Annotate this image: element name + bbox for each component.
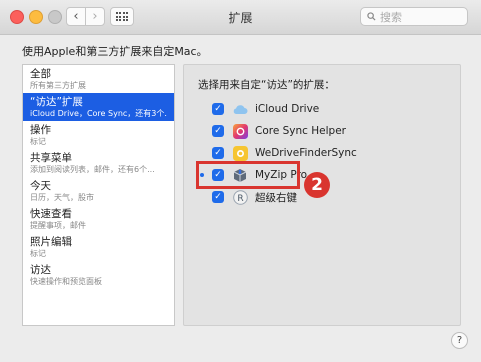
extension-name: 超级右键 [255, 191, 297, 204]
extension-checkbox[interactable]: ✓ [212, 147, 224, 159]
extension-row-super-right-click: ✓ R 超级右键 [212, 188, 297, 206]
sidebar-item-all[interactable]: 全部 所有第三方扩展 [23, 65, 174, 93]
sidebar-item-finder[interactable]: 访达 快速操作和预览面板 [23, 261, 174, 289]
extension-row-icloud-drive: ✓ iCloud Drive [212, 100, 319, 118]
svg-text:R: R [237, 193, 243, 203]
sidebar-item-title: 共享菜单 [30, 152, 72, 164]
extension-name: Core Sync Helper [255, 125, 346, 137]
wedrive-icon [232, 145, 248, 161]
sidebar-item-subtitle: 添加到阅读列表，邮件，还有6个... [30, 165, 155, 174]
extension-checkbox[interactable]: ✓ [212, 125, 224, 137]
sidebar-item-actions[interactable]: 操作 标记 [23, 121, 174, 149]
super-right-click-icon: R [232, 189, 248, 205]
category-sidebar: 全部 所有第三方扩展 “访达”扩展 iCloud Drive，Core Sync… [22, 64, 175, 326]
sidebar-item-photos-editing[interactable]: 照片编辑 标记 [23, 233, 174, 261]
sidebar-item-subtitle: 快速操作和预览面板 [30, 277, 102, 286]
search-field[interactable]: 搜索 [360, 7, 468, 26]
sidebar-item-title: 快速查看 [30, 208, 72, 220]
sidebar-item-title: 今天 [30, 180, 51, 192]
sidebar-item-finder-extensions[interactable]: “访达”扩展 iCloud Drive，Core Sync，还有3个... [23, 93, 174, 121]
extension-name: WeDriveFinderSync [255, 147, 357, 159]
extension-name: iCloud Drive [255, 103, 320, 115]
panel-label: 选择用来自定“访达”的扩展： [198, 79, 335, 91]
sidebar-item-subtitle: 提醒事项，邮件 [30, 221, 86, 230]
extension-row-core-sync-helper: ✓ Core Sync Helper [212, 122, 346, 140]
sidebar-item-subtitle: 标记 [30, 137, 46, 146]
sidebar-item-title: 照片编辑 [30, 236, 72, 248]
sidebar-item-title: 访达 [30, 264, 51, 276]
page-heading: 使用Apple和第三方扩展来自定Mac。 [22, 45, 208, 58]
sidebar-item-share-menu[interactable]: 共享菜单 添加到阅读列表，邮件，还有6个... [23, 149, 174, 177]
icloud-icon [232, 101, 248, 117]
help-button[interactable]: ? [451, 332, 468, 349]
sidebar-item-subtitle: 日历，天气，股市 [30, 193, 94, 202]
title-bar: ‹ › 扩展 搜索 [0, 0, 481, 35]
search-icon [367, 12, 376, 21]
sidebar-item-title: 操作 [30, 124, 51, 136]
sidebar-item-subtitle: 标记 [30, 249, 46, 258]
highlight-box [196, 161, 300, 189]
sidebar-item-quick-look[interactable]: 快速查看 提醒事项，邮件 [23, 205, 174, 233]
sidebar-item-subtitle: 所有第三方扩展 [30, 81, 86, 90]
sidebar-item-subtitle: iCloud Drive，Core Sync，还有3个... [30, 109, 167, 118]
sidebar-item-title: 全部 [30, 68, 51, 80]
extension-row-wedrivefindersync: ✓ WeDriveFinderSync [212, 144, 357, 162]
sidebar-item-title: “访达”扩展 [30, 96, 83, 108]
sidebar-item-today[interactable]: 今天 日历，天气，股市 [23, 177, 174, 205]
search-placeholder: 搜索 [380, 10, 402, 24]
step-badge: 2 [304, 172, 330, 198]
extension-checkbox[interactable]: ✓ [212, 103, 224, 115]
core-sync-icon [232, 123, 248, 139]
extension-checkbox[interactable]: ✓ [212, 191, 224, 203]
